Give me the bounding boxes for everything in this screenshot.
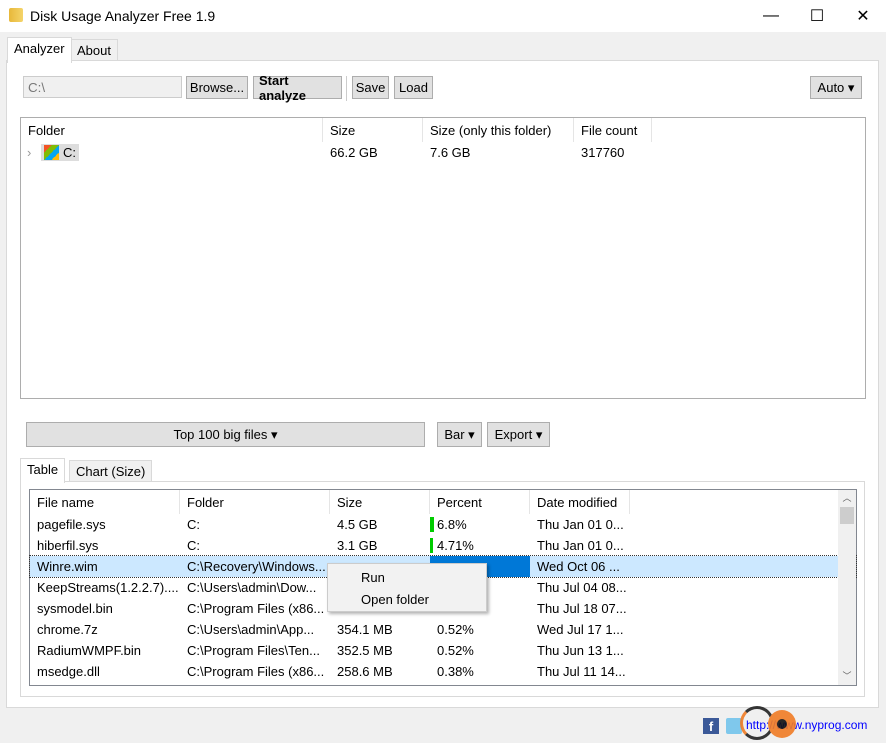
cell-folder: C: (187, 517, 200, 532)
col-own-size[interactable]: Size (only this folder) (423, 118, 574, 142)
table-row[interactable]: pagefile.sys C: 4.5 GB 6.8% Thu Jan 01 0... (30, 514, 856, 535)
cell-percent: 0.52% (437, 643, 474, 658)
table-row[interactable]: RadiumWMPF.bin C:\Program Files\Ten... 352… (30, 640, 856, 661)
tab-about[interactable]: About (70, 39, 118, 61)
title-bar: Disk Usage Analyzer Free 1.9 — ☐ ✕ (0, 0, 886, 32)
tree-row-c[interactable]: › C: 66.2 GB 7.6 GB 317760 (21, 142, 865, 163)
path-input[interactable] (23, 76, 182, 98)
percent-bar (430, 517, 435, 532)
cell-folder: C:\Users\admin\App... (187, 622, 315, 637)
menu-item-open-folder[interactable]: Open folder (328, 588, 486, 610)
auto-dropdown[interactable]: Auto ▾ (810, 76, 862, 99)
col-file-name[interactable]: File name (30, 490, 180, 514)
cell-file-name: pagefile.sys (37, 517, 106, 532)
drive-own-size: 7.6 GB (430, 145, 471, 160)
folder-tree[interactable]: Folder Size Size (only this folder) File… (20, 117, 866, 399)
minimize-button[interactable]: — (748, 0, 794, 32)
cell-date-modified: Thu Jul 18 07... (537, 601, 627, 616)
drive-icon (44, 145, 59, 160)
maximize-button[interactable]: ☐ (794, 0, 840, 32)
drive-size: 66.2 GB (330, 145, 378, 160)
cell-file-name: KeepStreams(1.2.2.7).... (37, 580, 179, 595)
bar-dropdown[interactable]: Bar ▾ (437, 422, 482, 447)
cell-folder: C:\Users\admin\Dow... (187, 580, 317, 595)
top-files-dropdown[interactable]: Top 100 big files ▾ (26, 422, 425, 447)
col-file-count[interactable]: File count (574, 118, 652, 142)
cell-size: 4.5 GB (337, 517, 378, 532)
table-row[interactable]: chrome.7z C:\Users\admin\App... 354.1 MB 0.… (30, 619, 856, 640)
scroll-thumb[interactable] (840, 507, 854, 524)
watermark-logo (740, 706, 796, 743)
cell-percent: 6.8% (430, 517, 530, 532)
table-row[interactable]: msedge.dll C:\Program Files (x86... 258.6 … (30, 661, 856, 682)
cell-percent: 0.52% (437, 622, 474, 637)
cell-folder: C:\Program Files (x86... (187, 601, 325, 616)
vertical-scrollbar[interactable]: ︿ ﹀ (838, 490, 856, 685)
facebook-icon[interactable]: f (703, 718, 719, 734)
cell-percent: 0.38% (437, 664, 474, 679)
cell-folder: C:\Recovery\Windows... (187, 559, 326, 574)
cell-size: 3.1 GB (337, 538, 378, 553)
load-button[interactable]: Load (394, 76, 433, 99)
cell-file-name: sysmodel.bin (37, 601, 113, 616)
drive-name: C: (63, 145, 76, 160)
start-analyze-button[interactable]: Start analyze (253, 73, 342, 103)
cell-percent: 4.71% (430, 538, 530, 553)
cell-date-modified: Thu Jan 01 0... (537, 517, 624, 532)
cell-folder: C: (187, 538, 200, 553)
percent-bar (430, 538, 433, 553)
cell-date-modified: Wed Jul 17 1... (537, 622, 624, 637)
cell-file-name: msedge.dll (37, 664, 100, 679)
cell-folder: C:\Program Files\Ten... (187, 643, 320, 658)
col-size[interactable]: Size (330, 490, 430, 514)
app-icon (9, 8, 23, 22)
col-date-modified[interactable]: Date modified (530, 490, 630, 514)
table-row[interactable]: hiberfil.sys C: 3.1 GB 4.71% Thu Jan 01 0... (30, 535, 856, 556)
cell-date-modified: Wed Oct 06 ... (537, 559, 620, 574)
cell-date-modified: Thu Jul 11 14... (537, 664, 626, 679)
expand-chevron-icon[interactable]: › (27, 145, 41, 160)
cell-file-name: Winre.wim (37, 559, 98, 574)
tab-table[interactable]: Table (20, 458, 66, 483)
cell-date-modified: Thu Jan 01 0... (537, 538, 624, 553)
save-button[interactable]: Save (352, 76, 389, 99)
cell-file-name: RadiumWMPF.bin (37, 643, 142, 658)
cell-date-modified: Thu Jul 04 08... (537, 580, 627, 595)
cell-size: 352.5 MB (337, 643, 393, 658)
cell-folder: C:\Program Files (x86... (187, 664, 325, 679)
col-folder[interactable]: Folder (21, 118, 323, 142)
window-title: Disk Usage Analyzer Free 1.9 (30, 8, 216, 24)
context-menu: Run Open folder (327, 563, 487, 612)
col-size[interactable]: Size (323, 118, 423, 142)
cell-size: 354.1 MB (337, 622, 393, 637)
drive-file-count: 317760 (581, 145, 625, 160)
export-dropdown[interactable]: Export ▾ (487, 422, 550, 447)
close-button[interactable]: ✕ (840, 0, 886, 32)
browse-button[interactable]: Browse... (186, 76, 248, 99)
scroll-down-icon[interactable]: ﹀ (838, 668, 856, 685)
tab-analyzer[interactable]: Analyzer (7, 37, 72, 63)
col-folder[interactable]: Folder (180, 490, 330, 514)
cell-date-modified: Thu Jun 13 1... (537, 643, 624, 658)
col-percent[interactable]: Percent (430, 490, 530, 514)
toolbar-divider (346, 76, 347, 101)
menu-item-run[interactable]: Run (328, 566, 486, 588)
cell-file-name: chrome.7z (37, 622, 98, 637)
cell-size: 258.6 MB (337, 664, 393, 679)
tab-chart-size[interactable]: Chart (Size) (69, 460, 153, 482)
cell-file-name: hiberfil.sys (37, 538, 99, 553)
scroll-up-icon[interactable]: ︿ (838, 490, 856, 507)
